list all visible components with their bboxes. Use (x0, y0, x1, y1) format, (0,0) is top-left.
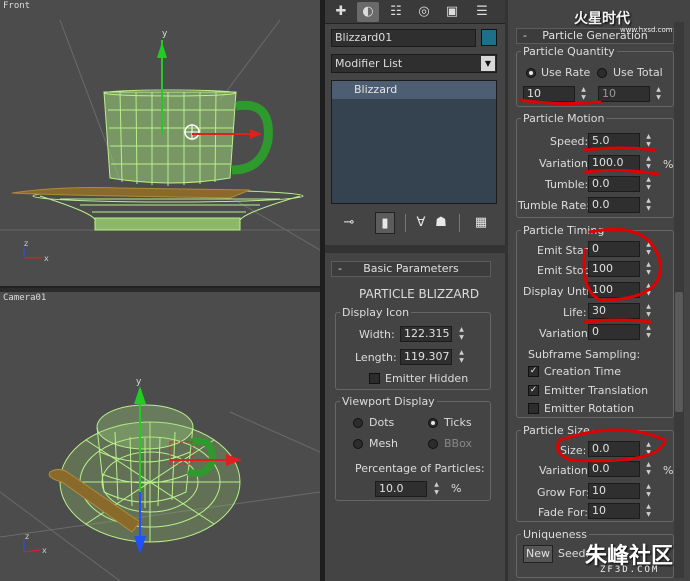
show-end-result-icon[interactable]: ▮ (375, 212, 395, 234)
basic-parameters-rollout-header[interactable]: - Basic Parameters (331, 261, 491, 277)
panel-scrollbar-thumb[interactable] (675, 292, 683, 412)
life-spinner[interactable]: ▲ ▼ (644, 303, 653, 319)
size-field[interactable]: 0.0 (588, 441, 640, 457)
modify-icon[interactable]: ◐ (357, 2, 379, 22)
size-variation-spinner[interactable]: ▲ ▼ (644, 461, 653, 477)
camera-viewport-label[interactable]: Camera01 (3, 293, 46, 303)
hierarchy-icon[interactable]: ☷ (385, 2, 407, 22)
width-spinner[interactable]: ▲ ▼ (457, 326, 466, 342)
emitter-hidden-checkbox[interactable] (369, 373, 380, 384)
grow-for-field[interactable]: 10 (588, 483, 640, 499)
dots-radio[interactable] (353, 418, 363, 428)
modifier-list-dropdown[interactable]: Modifier List ▼ (331, 54, 497, 73)
emit-stop-spinner[interactable]: ▲ ▼ (644, 261, 653, 277)
object-name-field[interactable]: Blizzard01 (331, 29, 476, 47)
creation-time-checkbox[interactable]: ✓ (528, 366, 539, 377)
chevron-down-icon[interactable]: ▼ (481, 56, 495, 71)
svg-text:x: x (42, 546, 47, 555)
speed-variation-spinner[interactable]: ▲ ▼ (644, 155, 653, 171)
fade-for-field[interactable]: 10 (588, 503, 640, 519)
emitter-translation-checkbox[interactable]: ✓ (528, 385, 539, 396)
axis-tripod-camera: z x (23, 532, 47, 555)
tumble-rate-field[interactable]: 0.0 (588, 197, 640, 213)
use-rate-field[interactable]: 10 (523, 86, 575, 102)
display-until-field[interactable]: 100 (588, 282, 640, 298)
life-variation-field[interactable]: 0 (588, 324, 640, 340)
use-total-radio[interactable] (597, 68, 607, 78)
speed-spinner[interactable]: ▲ ▼ (644, 133, 653, 149)
camera-viewport-scene: y z x (0, 377, 320, 581)
front-viewport-scene: y z x (0, 19, 320, 263)
configure-modifier-sets-icon[interactable]: ▦ (471, 212, 491, 234)
tumble-spinner[interactable]: ▲ ▼ (644, 176, 653, 192)
tumble-rate-spinner[interactable]: ▲ ▼ (644, 197, 653, 213)
speed-field[interactable]: 5.0 (588, 133, 640, 149)
gizmo-y-label: y (162, 29, 168, 39)
front-viewport-label[interactable]: Front (3, 1, 30, 11)
panel-scrollbar[interactable] (674, 22, 684, 578)
display-until-spinner[interactable]: ▲ ▼ (644, 282, 653, 298)
speed-variation-field[interactable]: 100.0 (588, 155, 640, 171)
top-watermark-url: www.hxsd.com (620, 26, 673, 34)
utilities-icon[interactable]: ☰ (471, 2, 493, 22)
life-field[interactable]: 30 (588, 303, 640, 319)
command-panel-tabs: ✚ ◐ ☷ ◎ ▣ ☰ (325, 0, 505, 24)
length-spinner[interactable]: ▲ ▼ (457, 349, 466, 365)
use-total-field[interactable]: 10 (598, 86, 650, 102)
command-panel: ✚ ◐ ☷ ◎ ▣ ☰ Blizzard01 Modifier List ▼ B… (325, 0, 505, 581)
length-field[interactable]: 119.307 (400, 349, 452, 365)
remove-modifier-icon[interactable]: ☗ (431, 212, 451, 234)
width-field[interactable]: 122.315 (400, 326, 452, 342)
ticks-radio[interactable] (428, 418, 438, 428)
camera-viewport[interactable]: y z x Camera01 (0, 292, 320, 581)
stack-toolbar: ⊸ ▮ ∀ ☗ ▦ (331, 212, 497, 236)
bbox-radio[interactable] (428, 439, 438, 449)
display-icon[interactable]: ▣ (441, 2, 463, 22)
use-rate-spinner[interactable]: ▲ ▼ (579, 86, 588, 102)
tumble-field[interactable]: 0.0 (588, 176, 640, 192)
cup-mesh (103, 89, 237, 186)
life-variation-spinner[interactable]: ▲ ▼ (644, 324, 653, 340)
use-total-spinner[interactable]: ▲ ▼ (654, 86, 663, 102)
pin-stack-icon[interactable]: ⊸ (339, 212, 359, 234)
emit-start-field[interactable]: 0 (588, 241, 640, 257)
emit-start-spinner[interactable]: ▲ ▼ (644, 241, 653, 257)
camera-gizmo-y-label: y (136, 377, 142, 387)
axis-tripod-front: z x (23, 239, 49, 263)
make-unique-icon[interactable]: ∀ (411, 212, 431, 234)
fade-for-spinner[interactable]: ▲ ▼ (644, 503, 653, 519)
svg-text:z: z (24, 239, 28, 248)
modifier-stack[interactable]: Blizzard (331, 80, 497, 204)
create-icon[interactable]: ✚ (330, 2, 352, 22)
basic-parameters-title: Basic Parameters (363, 262, 459, 275)
stack-item-blizzard[interactable]: Blizzard (332, 81, 496, 99)
object-color-swatch[interactable] (481, 29, 497, 46)
percentage-of-particles-field[interactable]: 10.0 (375, 481, 427, 497)
modifier-list-label: Modifier List (335, 57, 403, 70)
front-viewport[interactable]: y z x Front (0, 0, 320, 288)
size-spinner[interactable]: ▲ ▼ (644, 441, 653, 457)
use-rate-radio[interactable] (526, 68, 536, 78)
grow-for-spinner[interactable]: ▲ ▼ (644, 483, 653, 499)
mesh-radio[interactable] (353, 439, 363, 449)
svg-text:x: x (44, 254, 49, 263)
emit-stop-field[interactable]: 100 (588, 261, 640, 277)
size-variation-field[interactable]: 0.0 (588, 461, 640, 477)
percentage-spinner[interactable]: ▲ ▼ (432, 481, 441, 497)
object-type-title: PARTICLE BLIZZARD (359, 287, 480, 301)
emitter-rotation-checkbox[interactable] (528, 403, 539, 414)
motion-icon[interactable]: ◎ (413, 2, 435, 22)
bottom-watermark-url: ZF3D.COM (600, 565, 660, 575)
spoon-mesh (11, 187, 251, 199)
svg-text:z: z (25, 532, 29, 541)
particle-generation-panel: - Particle Generation Particle Quantity … (508, 0, 690, 581)
new-seed-button[interactable]: New (523, 545, 553, 563)
top-watermark-logo: 火星时代 (574, 11, 630, 27)
